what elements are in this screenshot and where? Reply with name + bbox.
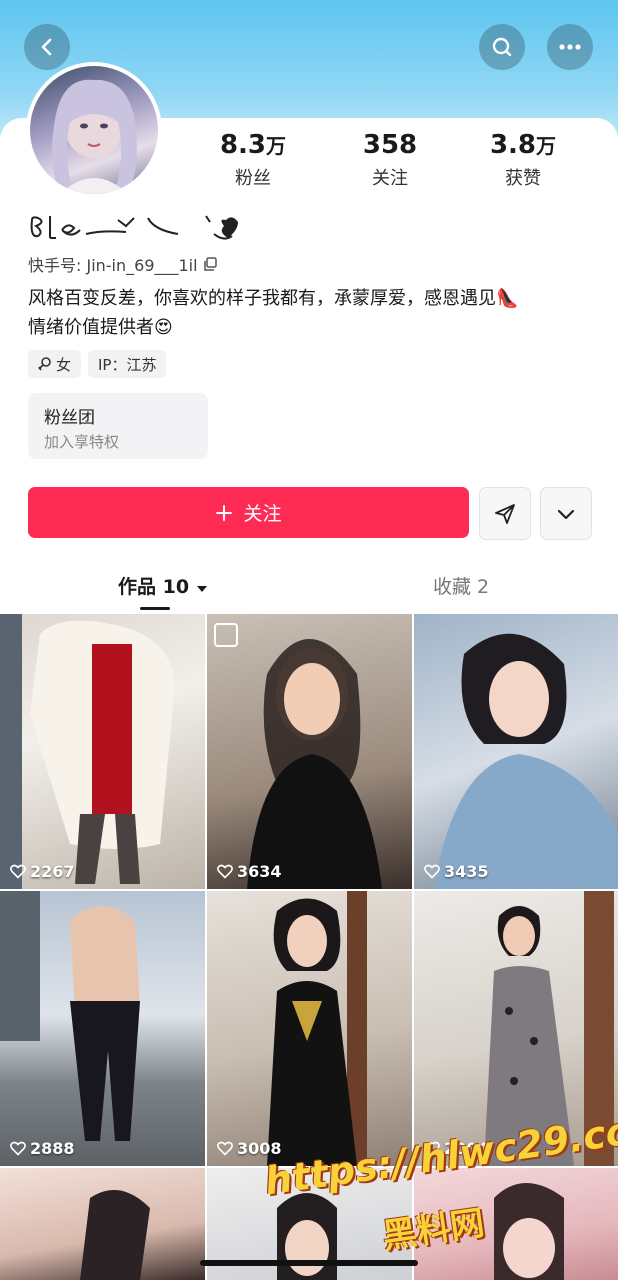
chevron-down-icon bbox=[557, 509, 575, 519]
caret-down-icon bbox=[196, 586, 207, 592]
video-thumb-image bbox=[267, 891, 367, 1166]
search-icon bbox=[492, 37, 512, 57]
video-likes-count: 3634 bbox=[237, 862, 282, 881]
fan-club-subtitle: 加入享特权 bbox=[44, 433, 120, 451]
heart-icon bbox=[217, 864, 233, 879]
bio-line-1: 风格百变反差，你喜欢的样子我都有，承蒙厚爱，感恩遇见👠 bbox=[28, 288, 519, 309]
stat-following-label: 关注 bbox=[372, 168, 408, 189]
bio: 风格百变反差，你喜欢的样子我都有，承蒙厚爱，感恩遇见👠 情绪价值提供者😍 bbox=[28, 284, 598, 342]
gender-tag-label: 女 bbox=[56, 355, 72, 374]
ip-tag: IP：江苏 bbox=[88, 350, 167, 378]
more-icon bbox=[559, 44, 581, 50]
heart-icon bbox=[10, 1141, 26, 1156]
video-likes: 2888 bbox=[10, 1139, 75, 1158]
video-thumb-image bbox=[434, 633, 618, 889]
video-thumb-image bbox=[0, 614, 175, 889]
stat-likes-label: 获赞 bbox=[505, 168, 541, 189]
video-likes: 2267 bbox=[10, 862, 75, 881]
video-likes-count: 2267 bbox=[30, 862, 75, 881]
stat-following[interactable]: 358 关注 bbox=[355, 130, 425, 190]
video-likes: 3008 bbox=[217, 1139, 282, 1158]
video-likes-count: 3435 bbox=[444, 862, 489, 881]
fan-club-card[interactable]: 粉丝团 加入享特权 bbox=[28, 393, 208, 459]
tab-collections-label: 收藏 2 bbox=[433, 576, 490, 598]
heart-icon bbox=[217, 1141, 233, 1156]
follow-button[interactable]: 关注 bbox=[28, 487, 469, 538]
stat-followers-unit: 万 bbox=[266, 134, 287, 158]
watermark-name: 黑料网 bbox=[380, 1203, 487, 1257]
video-thumb-image bbox=[80, 1190, 150, 1280]
tab-works[interactable]: 作品 10 bbox=[118, 572, 208, 599]
kuaishou-id[interactable]: 快手号: Jin-in_69___1il bbox=[28, 252, 218, 276]
video-likes-count: 3008 bbox=[237, 1139, 282, 1158]
stat-likes[interactable]: 3.8万 获赞 bbox=[487, 130, 559, 190]
back-icon bbox=[41, 38, 52, 56]
bio-line-2: 情绪价值提供者😍 bbox=[28, 317, 173, 338]
stat-likes-number: 3.8 bbox=[489, 130, 537, 160]
video-thumb[interactable]: 2888 bbox=[0, 891, 205, 1166]
back-button[interactable] bbox=[24, 24, 70, 70]
search-button[interactable] bbox=[479, 24, 525, 70]
heart-icon bbox=[10, 864, 26, 879]
video-thumb[interactable]: 3435 bbox=[414, 614, 618, 889]
watermark: https://hlwc29.com 黑料网 bbox=[262, 1103, 618, 1260]
tab-works-underline bbox=[140, 607, 170, 610]
send-icon bbox=[495, 503, 515, 524]
gender-tag: 女 bbox=[28, 350, 82, 378]
video-thumb[interactable]: 3634 bbox=[207, 614, 412, 889]
stat-followers-label: 粉丝 bbox=[235, 168, 271, 189]
send-message-button[interactable] bbox=[479, 487, 531, 540]
more-button[interactable] bbox=[547, 24, 593, 70]
female-icon bbox=[38, 357, 51, 371]
avatar[interactable] bbox=[26, 62, 162, 198]
video-thumb[interactable]: 3008 bbox=[207, 891, 412, 1166]
tab-collections[interactable]: 收藏 2 bbox=[433, 572, 489, 599]
fan-club-title: 粉丝团 bbox=[44, 408, 95, 428]
video-likes: 3435 bbox=[424, 862, 489, 881]
expand-button[interactable] bbox=[540, 487, 592, 540]
stat-followers[interactable]: 8.3万 粉丝 bbox=[218, 130, 288, 190]
ip-tag-label: IP：江苏 bbox=[98, 355, 157, 374]
kuaishou-id-text: 快手号: Jin-in_69___1il bbox=[28, 256, 198, 275]
video-thumb[interactable]: 2267 bbox=[0, 614, 205, 889]
copy-icon[interactable] bbox=[202, 256, 218, 272]
video-thumb-image bbox=[214, 623, 382, 889]
video-thumb[interactable] bbox=[0, 1168, 205, 1280]
stat-likes-unit: 万 bbox=[536, 134, 557, 158]
video-likes: 3634 bbox=[217, 862, 282, 881]
nickname-stylized bbox=[30, 215, 238, 240]
tab-works-label: 作品 10 bbox=[118, 576, 190, 598]
heart-icon bbox=[424, 864, 440, 879]
plus-icon bbox=[216, 504, 233, 521]
video-likes-count: 2888 bbox=[30, 1139, 75, 1158]
stat-followers-number: 8.3 bbox=[219, 130, 267, 160]
avatar-image bbox=[52, 79, 137, 194]
video-thumb-image bbox=[0, 891, 140, 1141]
home-indicator[interactable] bbox=[200, 1260, 418, 1266]
follow-button-label: 关注 bbox=[243, 503, 282, 525]
stat-following-number: 358 bbox=[362, 130, 418, 160]
